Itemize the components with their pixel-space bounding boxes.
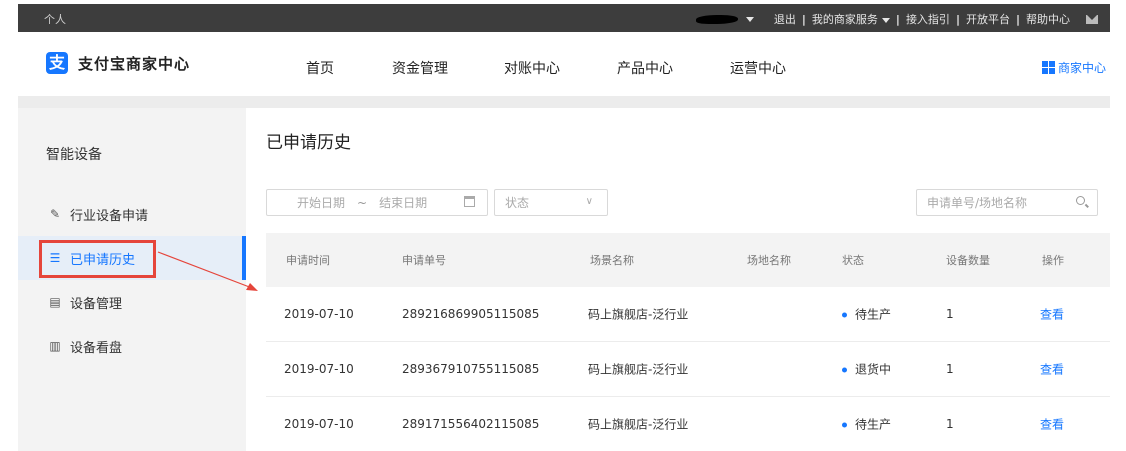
top-bar: 个人 退出 | 我的商家服务 | 接入指引 | 开放平台 | 帮助中心: [18, 4, 1110, 32]
sidebar-title: 智能设备: [46, 147, 102, 163]
table-row: 2019-07-10 289367910755115085 码上旗舰店-泛行业 …: [266, 342, 1110, 397]
chevron-down-icon[interactable]: [745, 16, 754, 22]
nav-funds[interactable]: 资金管理: [392, 58, 448, 78]
cell-scene: 码上旗舰店-泛行业: [588, 417, 689, 432]
cell-order-number: 289216869905115085: [402, 307, 540, 321]
status-select[interactable]: 状态 ∨: [494, 189, 608, 216]
cell-date: 2019-07-10: [284, 307, 354, 321]
sidebar-item-device-application[interactable]: ✎ 行业设备申请: [18, 192, 246, 236]
edit-icon: ✎: [49, 207, 61, 221]
nav-reconciliation[interactable]: 对账中心: [504, 58, 560, 78]
device-icon: ▤: [49, 295, 61, 309]
nav-home[interactable]: 首页: [306, 58, 334, 78]
calendar-icon: [464, 196, 475, 207]
header-separator: [18, 96, 1110, 108]
chart-icon: ▥: [49, 339, 61, 353]
sidebar-item-device-dashboard[interactable]: ▥ 设备看盘: [18, 324, 246, 368]
cell-date: 2019-07-10: [284, 417, 354, 431]
annotation-arrow-icon: [157, 251, 258, 291]
main-header: 支 支付宝商家中心 首页 资金管理 对账中心 产品中心 运营中心 商家中心: [18, 32, 1110, 96]
cell-status: 待生产: [842, 306, 891, 323]
cell-status: 退货中: [842, 361, 891, 378]
merchant-center-link[interactable]: 商家中心: [1041, 59, 1106, 76]
cell-order-number: 289367910755115085: [402, 362, 540, 376]
table-row: 2019-07-10 289171556402115085 码上旗舰店-泛行业 …: [266, 397, 1110, 451]
column-header: 操作: [1042, 254, 1064, 267]
account-name-redacted[interactable]: [695, 14, 738, 24]
end-date-field[interactable]: 结束日期: [379, 194, 427, 211]
help-center-link[interactable]: 帮助中心: [1020, 11, 1076, 27]
history-table: 申请时间 申请单号 场景名称 场地名称 状态 设备数量 操作 2019-07-1…: [266, 233, 1110, 451]
date-separator: ~: [357, 195, 368, 210]
alipay-logo-icon: 支: [46, 52, 68, 74]
table-row: 2019-07-10 289216869905115085 码上旗舰店-泛行业 …: [266, 287, 1110, 342]
guide-link[interactable]: 接入指引: [900, 11, 956, 27]
personal-link[interactable]: 个人: [44, 11, 66, 27]
cell-status: 待生产: [842, 416, 891, 433]
status-dot-icon: [842, 367, 847, 373]
column-header: 场地名称: [747, 254, 791, 267]
sidebar-item-label: 设备看盘: [70, 340, 123, 356]
nav-operations[interactable]: 运营中心: [730, 58, 786, 78]
chevron-down-icon: ∨: [585, 196, 593, 207]
start-date-field[interactable]: 开始日期: [297, 194, 345, 211]
cell-count: 1: [946, 362, 954, 376]
cell-scene: 码上旗舰店-泛行业: [588, 362, 689, 377]
top-bar-links: 退出 | 我的商家服务 | 接入指引 | 开放平台 | 帮助中心: [695, 11, 1098, 27]
status-placeholder: 状态: [505, 196, 530, 210]
status-text: 待生产: [855, 307, 892, 322]
cell-order-number: 289171556402115085: [402, 417, 540, 431]
page-title: 已申请历史: [266, 133, 351, 153]
grid-icon: [1041, 61, 1055, 74]
status-dot-icon: [842, 312, 847, 318]
open-platform-link[interactable]: 开放平台: [960, 11, 1016, 27]
column-header: 设备数量: [946, 254, 990, 267]
column-header: 场景名称: [590, 254, 634, 267]
mail-icon[interactable]: [1086, 14, 1098, 24]
column-header: 申请单号: [402, 254, 446, 267]
date-range-picker[interactable]: 开始日期 ~ 结束日期: [266, 189, 488, 216]
search-box[interactable]: [916, 189, 1098, 216]
search-icon[interactable]: [1076, 196, 1085, 205]
view-link[interactable]: 查看: [1040, 306, 1064, 323]
nav-products[interactable]: 产品中心: [617, 58, 673, 78]
merchant-services-menu[interactable]: 我的商家服务: [806, 11, 896, 27]
view-link[interactable]: 查看: [1040, 416, 1064, 433]
merchant-center-label: 商家中心: [1057, 61, 1106, 75]
column-header: 状态: [842, 254, 864, 267]
merchant-services-label: 我的商家服务: [811, 13, 878, 26]
column-header: 申请时间: [286, 254, 330, 267]
logout-link[interactable]: 退出: [768, 11, 802, 27]
brand-name: 支付宝商家中心: [78, 54, 191, 73]
table-header: 申请时间 申请单号 场景名称 场地名称 状态 设备数量 操作: [266, 233, 1110, 287]
sidebar-item-label: 行业设备申请: [70, 208, 149, 224]
cell-scene: 码上旗舰店-泛行业: [588, 307, 689, 322]
status-text: 退货中: [855, 362, 892, 377]
annotation-highlight-box: [39, 240, 156, 278]
cell-count: 1: [946, 417, 954, 431]
status-text: 待生产: [855, 417, 892, 432]
view-link[interactable]: 查看: [1040, 361, 1064, 378]
chevron-down-icon: [881, 17, 890, 23]
search-input[interactable]: [927, 195, 1067, 210]
status-dot-icon: [842, 422, 847, 428]
sidebar-item-label: 设备管理: [70, 296, 123, 312]
cell-date: 2019-07-10: [284, 362, 354, 376]
cell-count: 1: [946, 307, 954, 321]
brand-logo[interactable]: 支 支付宝商家中心: [46, 52, 190, 74]
